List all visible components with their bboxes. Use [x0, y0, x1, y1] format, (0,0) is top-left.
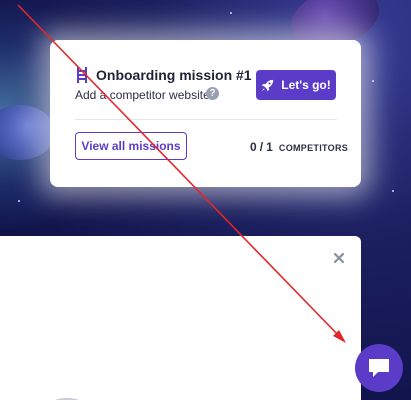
competitor-progress: 0 / 1 COMPETITORS [250, 140, 348, 154]
mission-subtitle: Add a competitor website [75, 88, 210, 102]
rocket-icon [262, 79, 274, 91]
background-star [18, 200, 20, 202]
view-all-missions-button[interactable]: View all missions [75, 132, 187, 160]
background-star [392, 190, 394, 192]
divider [75, 119, 337, 120]
progress-total: 1 [266, 140, 273, 154]
start-mission-label: Let's go! [281, 78, 331, 92]
start-mission-button[interactable]: Let's go! [256, 70, 336, 100]
mission-title: Onboarding mission #1 [96, 67, 252, 83]
chat-bubble-icon [369, 359, 389, 377]
chat-button[interactable] [355, 344, 403, 392]
ladder-icon [77, 67, 87, 83]
app-viewport: Onboarding mission #1 Add a competitor w… [0, 0, 411, 400]
progress-unit: COMPETITORS [278, 143, 349, 153]
onboarding-mission-card: Onboarding mission #1 Add a competitor w… [50, 40, 361, 187]
content-panel [0, 236, 361, 400]
progress-done: 0 [250, 140, 257, 154]
close-icon[interactable] [331, 250, 347, 266]
progress-separator: / [259, 140, 264, 154]
background-star [230, 12, 232, 14]
help-icon[interactable]: ? [206, 87, 219, 100]
background-star [372, 80, 374, 82]
